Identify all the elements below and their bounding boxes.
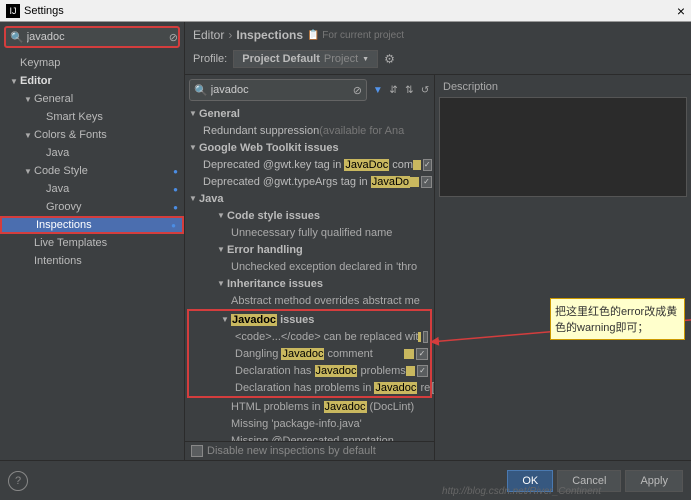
expand-icon[interactable]: ⇵ (387, 82, 401, 98)
clear-icon[interactable]: ⊘ (169, 31, 178, 44)
inspection-row[interactable]: Unchecked exception declared in 'thro (185, 258, 434, 275)
help-icon[interactable]: ? (8, 471, 28, 491)
profile-row: Profile: Project Default Project ▼ ⚙ (185, 48, 691, 74)
inspection-row[interactable]: ▼Inheritance issues (185, 275, 434, 292)
inspection-row[interactable]: Missing @Deprecated annotation (185, 432, 434, 441)
sidebar-item-editor[interactable]: ▼Editor (0, 72, 184, 90)
description-label: Description (439, 79, 687, 95)
inspection-row[interactable]: ▼Error handling (185, 241, 434, 258)
close-icon[interactable]: × (677, 3, 685, 19)
breadcrumb-b: Inspections (236, 28, 303, 42)
inspection-row[interactable]: <code>...</code> can be replaced wit (189, 328, 430, 345)
inspections-toolbar: 🔍 ⊘ ▼ ⇵ ⇅ ↺ (185, 75, 434, 105)
clear-icon[interactable]: ⊘ (353, 84, 362, 97)
apply-button[interactable]: Apply (625, 470, 683, 492)
inspection-row[interactable]: Redundant suppression (available for Ana (185, 122, 434, 139)
sidebar-search[interactable]: 🔍 ⊘ (4, 26, 180, 48)
sidebar-item-code-style[interactable]: ▼Code Style● (0, 162, 184, 180)
sidebar-item-java[interactable]: Java● (0, 180, 184, 198)
inspection-search[interactable]: 🔍 ⊘ (189, 79, 367, 101)
inspection-row[interactable]: Missing 'package-info.java' (185, 415, 434, 432)
annotation-callout: 把这里红色的error改成黄色的warning即可； (550, 298, 685, 340)
inspection-row[interactable]: ▼Code style issues (185, 207, 434, 224)
inspection-row[interactable]: Declaration has problems in Javadoc re✓ (189, 379, 430, 396)
checkbox[interactable]: ✓ (432, 382, 434, 394)
inspections-panel: 🔍 ⊘ ▼ ⇵ ⇅ ↺ ▼GeneralRedundant suppressio… (185, 75, 435, 460)
description-panel: Description (435, 75, 691, 460)
javadoc-issues-group: ▼Javadoc issues<code>...</code> can be r… (187, 309, 432, 398)
sidebar-item-colors-fonts[interactable]: ▼Colors & Fonts (0, 126, 184, 144)
search-icon: 🔍 (10, 31, 24, 44)
search-icon: 🔍 (194, 84, 208, 97)
inspection-row[interactable]: ▼Javadoc issues (189, 311, 430, 328)
checkbox[interactable]: ✓ (421, 176, 432, 188)
inspection-row[interactable]: ▼Google Web Toolkit issues (185, 139, 434, 156)
checkbox[interactable]: ✓ (423, 159, 432, 171)
inspection-search-input[interactable] (211, 84, 353, 96)
gear-icon[interactable]: ⚙ (384, 52, 395, 66)
checkbox[interactable]: ✓ (417, 365, 428, 377)
profile-label: Profile: (193, 53, 227, 65)
sidebar-item-inspections[interactable]: Inspections● (0, 216, 184, 234)
inspection-row[interactable]: HTML problems in Javadoc (DocLint) (185, 398, 434, 415)
description-box (439, 97, 687, 197)
sidebar-item-smart-keys[interactable]: Smart Keys (0, 108, 184, 126)
breadcrumb-a: Editor (193, 28, 224, 42)
sidebar-tree: Keymap▼Editor▼GeneralSmart Keys▼Colors &… (0, 52, 184, 272)
settings-sidebar: 🔍 ⊘ Keymap▼Editor▼GeneralSmart Keys▼Colo… (0, 22, 185, 460)
window-title: Settings (24, 5, 64, 17)
collapse-icon[interactable]: ⇅ (402, 82, 416, 98)
filter-icon[interactable]: ▼ (371, 82, 385, 98)
inspection-row[interactable]: Deprecated @gwt.key tag in JavaDoc com✓ (185, 156, 434, 173)
window-titlebar: IJ Settings × (0, 0, 691, 22)
reset-icon[interactable]: ↺ (418, 82, 432, 98)
sidebar-item-groovy[interactable]: Groovy● (0, 198, 184, 216)
inspection-row[interactable]: Dangling Javadoc comment✓ (189, 345, 430, 362)
inspection-row[interactable]: Deprecated @gwt.typeArgs tag in JavaDo✓ (185, 173, 434, 190)
sidebar-item-java[interactable]: Java (0, 144, 184, 162)
profile-dropdown[interactable]: Project Default Project ▼ (233, 50, 378, 68)
content-panel: Editor › Inspections 📋 For current proje… (185, 22, 691, 460)
breadcrumb: Editor › Inspections 📋 For current proje… (185, 22, 691, 48)
sidebar-item-intentions[interactable]: Intentions (0, 252, 184, 270)
sidebar-item-keymap[interactable]: Keymap (0, 54, 184, 72)
disable-new-inspections[interactable]: Disable new inspections by default (185, 441, 434, 460)
inspections-tree: ▼GeneralRedundant suppression (available… (185, 105, 434, 441)
app-icon: IJ (6, 4, 20, 18)
breadcrumb-context: 📋 For current project (307, 30, 404, 41)
breadcrumb-sep: › (228, 28, 232, 42)
inspection-row[interactable]: ▼General (185, 105, 434, 122)
sidebar-item-general[interactable]: ▼General (0, 90, 184, 108)
chevron-down-icon: ▼ (362, 56, 369, 63)
inspection-row[interactable]: Declaration has Javadoc problems✓ (189, 362, 430, 379)
sidebar-search-input[interactable] (27, 31, 169, 43)
inspection-row[interactable]: ▼Java (185, 190, 434, 207)
inspection-row[interactable]: Abstract method overrides abstract me (185, 292, 434, 309)
inspection-row[interactable]: Unnecessary fully qualified name (185, 224, 434, 241)
sidebar-item-live-templates[interactable]: Live Templates (0, 234, 184, 252)
watermark: http://blog.csdn.net/River_Continent (442, 486, 601, 497)
checkbox[interactable] (191, 445, 203, 457)
